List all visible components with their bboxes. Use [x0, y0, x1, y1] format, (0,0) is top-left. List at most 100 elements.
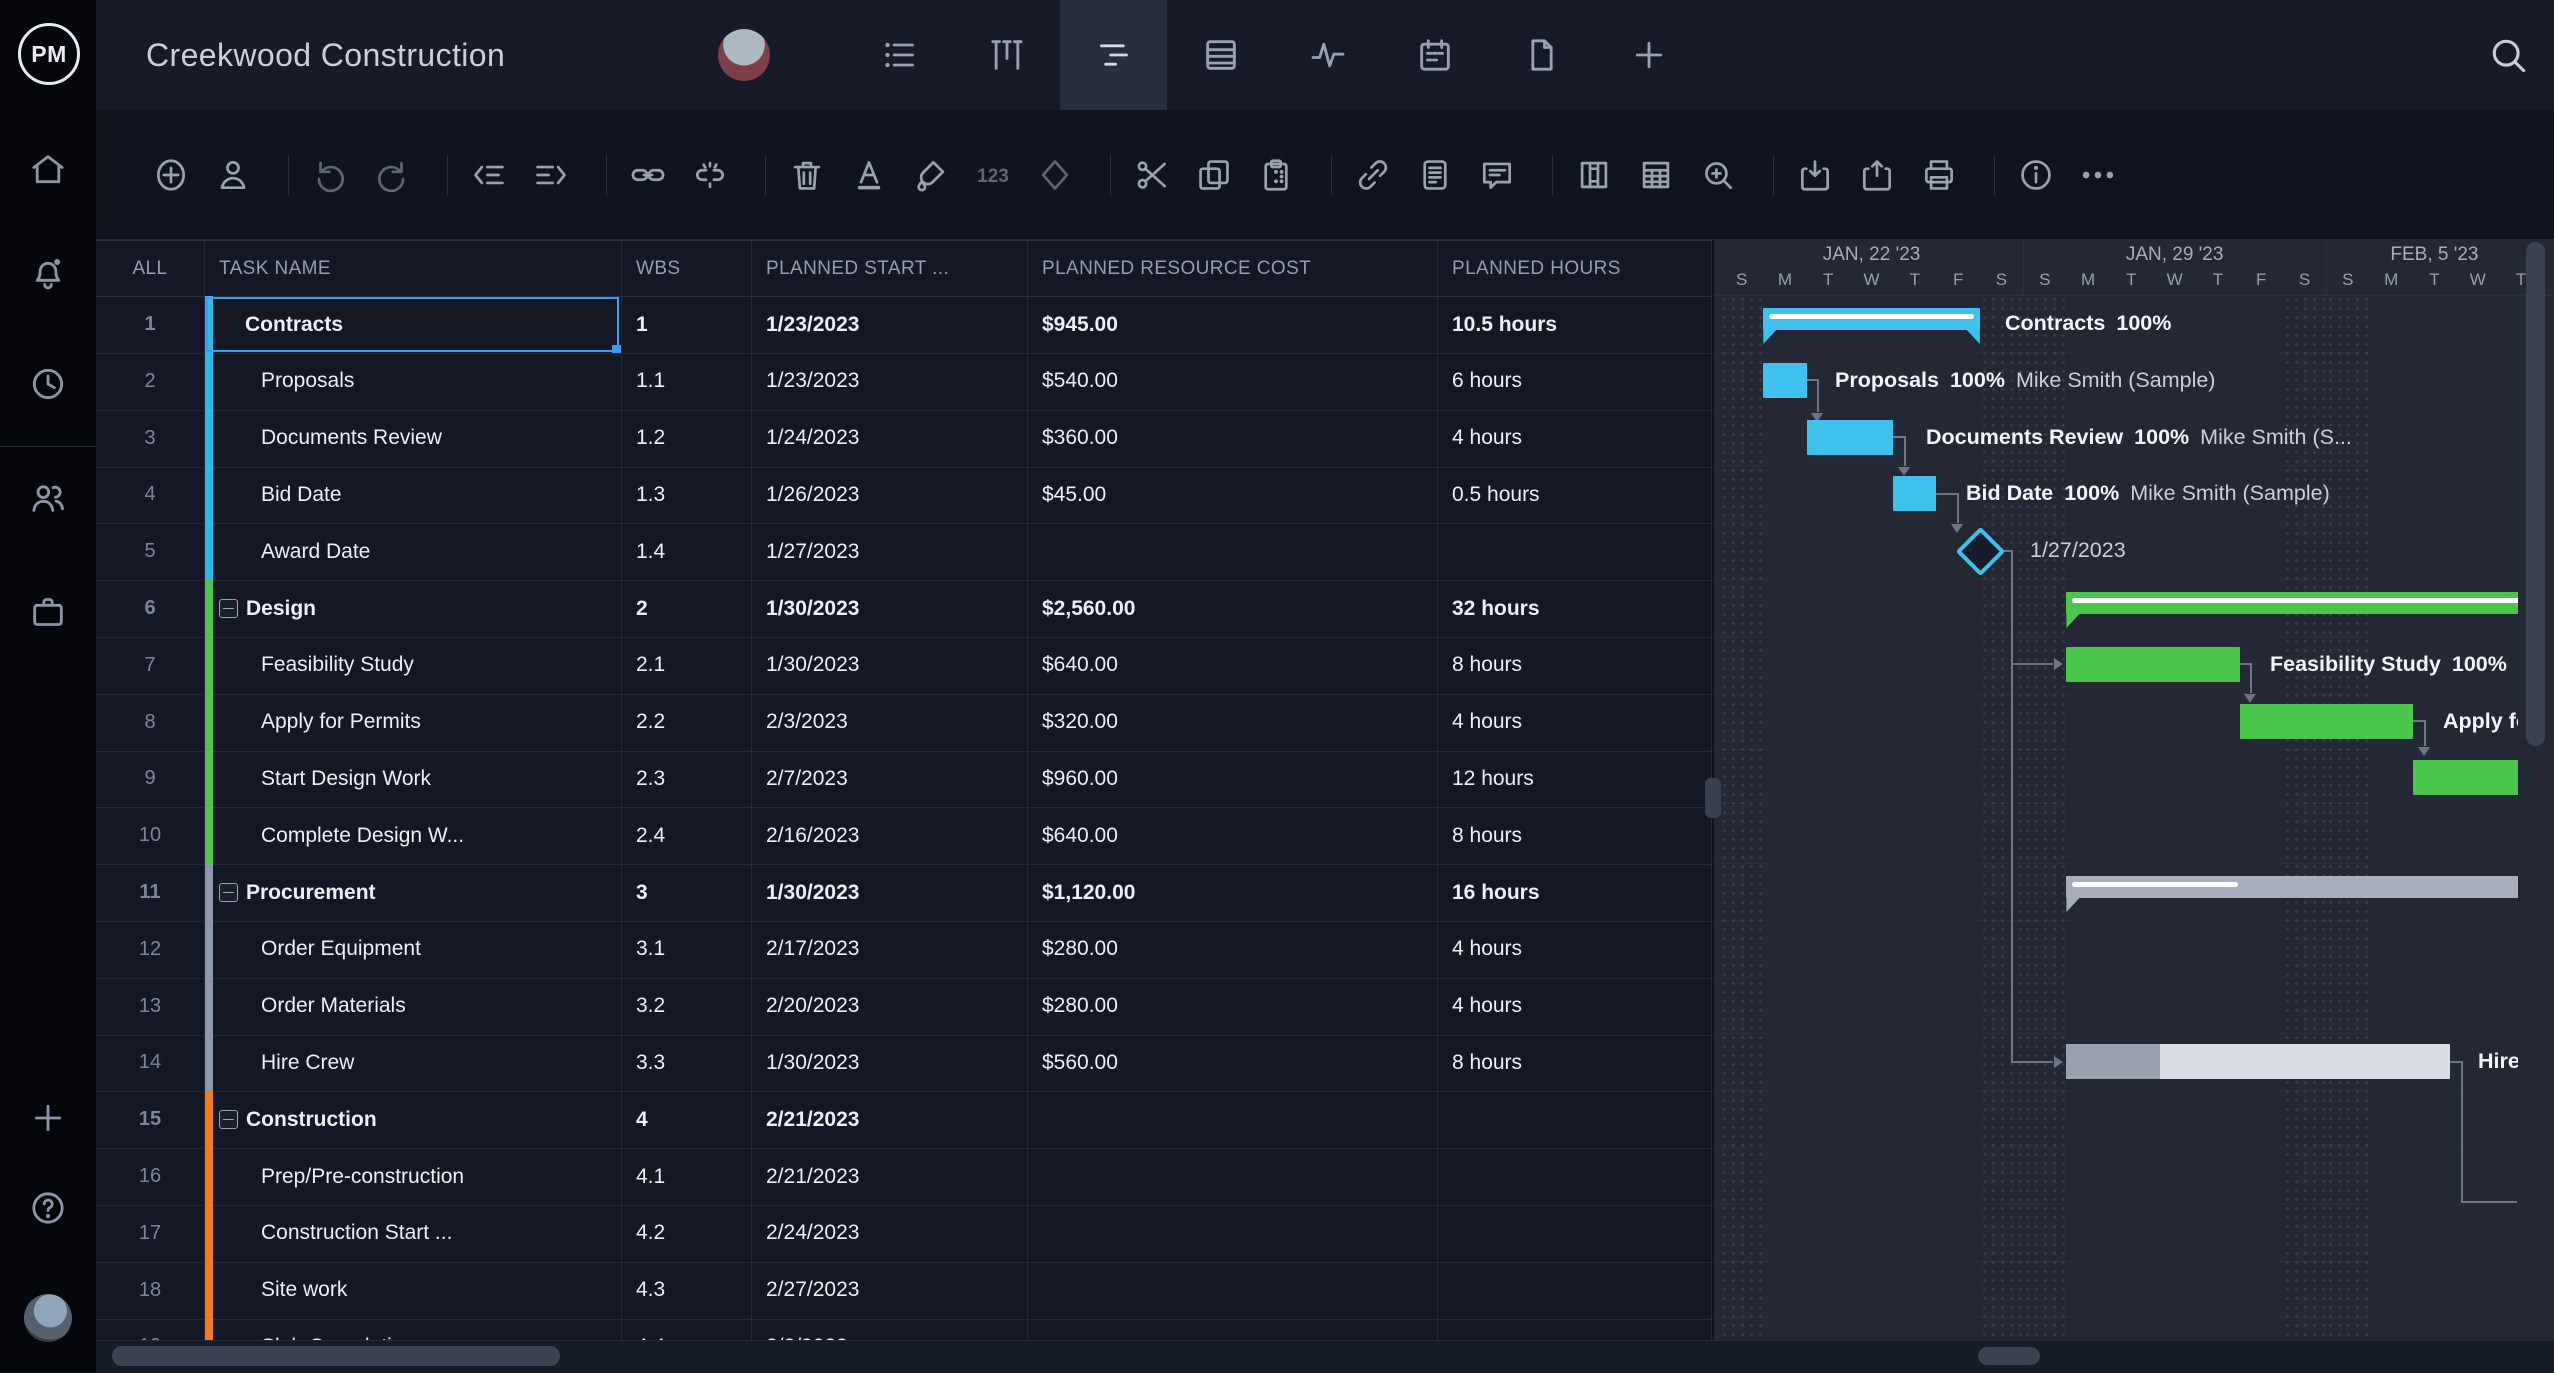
cell-planned-cost[interactable]: $280.00 — [1028, 977, 1438, 1035]
cell-planned-start[interactable]: 2/20/2023 — [752, 977, 1028, 1035]
collapse-toggle[interactable] — [219, 883, 238, 902]
row-number[interactable]: 18 — [96, 1261, 205, 1319]
clock-icon[interactable] — [28, 364, 68, 404]
cell-planned-hours[interactable]: 12 hours — [1438, 750, 1712, 808]
cell-task-name[interactable]: Order Equipment — [205, 920, 622, 978]
cell-planned-hours[interactable]: 8 hours — [1438, 807, 1712, 865]
tab-list[interactable] — [846, 0, 953, 110]
bell-icon[interactable] — [28, 252, 68, 292]
attachment-button[interactable] — [1354, 156, 1392, 194]
cell-planned-start[interactable]: 2/17/2023 — [752, 920, 1028, 978]
tab-board[interactable] — [953, 0, 1060, 110]
export-button[interactable] — [1858, 156, 1896, 194]
cell-planned-cost[interactable]: $945.00 — [1028, 296, 1438, 353]
cell-planned-cost[interactable]: $45.00 — [1028, 466, 1438, 524]
search-icon[interactable] — [2486, 33, 2530, 77]
zoom-button[interactable] — [1699, 156, 1737, 194]
cell-task-name[interactable]: Order Materials — [205, 977, 622, 1035]
task-bar[interactable] — [2412, 760, 2518, 796]
cell-planned-start[interactable]: 1/30/2023 — [752, 864, 1028, 921]
cell-task-name[interactable]: Award Date — [205, 523, 622, 581]
help-icon[interactable] — [28, 1188, 68, 1228]
row-number[interactable]: 5 — [96, 523, 205, 581]
cell-task-name[interactable]: Complete Design W... — [205, 807, 622, 865]
row-number[interactable]: 15 — [96, 1091, 205, 1149]
cell-wbs[interactable]: 2.1 — [622, 636, 752, 694]
cell-planned-start[interactable]: 1/30/2023 — [752, 580, 1028, 637]
assign-resource-button[interactable] — [214, 156, 252, 194]
cell-task-name[interactable]: Prep/Pre-construction — [205, 1148, 622, 1205]
tab-gantt[interactable] — [1060, 0, 1167, 110]
briefcase-icon[interactable] — [28, 592, 68, 632]
cell-planned-cost[interactable]: $640.00 — [1028, 807, 1438, 865]
cell-planned-hours[interactable]: 4 hours — [1438, 693, 1712, 751]
cut-button[interactable] — [1133, 156, 1171, 194]
cell-task-name[interactable]: Site work — [205, 1261, 622, 1319]
tab-calendar[interactable] — [1381, 0, 1488, 110]
cell-wbs[interactable]: 2.4 — [622, 807, 752, 865]
cell-wbs[interactable]: 2 — [622, 580, 752, 637]
cell-planned-hours[interactable] — [1438, 1148, 1712, 1205]
cell-task-name[interactable]: Proposals — [205, 352, 622, 410]
users-icon[interactable] — [28, 478, 68, 518]
cell-task-name[interactable]: Slab Completion — [205, 1318, 622, 1341]
cell-planned-start[interactable]: 1/26/2023 — [752, 466, 1028, 524]
cell-wbs[interactable]: 1.1 — [622, 352, 752, 410]
summary-bar-gray[interactable] — [2066, 876, 2518, 912]
cell-planned-start[interactable]: 2/16/2023 — [752, 807, 1028, 865]
cell-task-name[interactable]: Feasibility Study — [205, 636, 622, 694]
row-number[interactable]: 3 — [96, 409, 205, 467]
grid-settings-button[interactable] — [1637, 156, 1675, 194]
cell-wbs[interactable]: 1.2 — [622, 409, 752, 467]
cell-wbs[interactable]: 1.4 — [622, 523, 752, 581]
paste-button[interactable] — [1257, 156, 1295, 194]
row-number[interactable]: 12 — [96, 920, 205, 978]
print-button[interactable] — [1920, 156, 1958, 194]
project-owner-avatar[interactable] — [718, 29, 770, 81]
cell-planned-hours[interactable] — [1438, 1261, 1712, 1319]
column-header-wbs[interactable]: WBS — [622, 241, 752, 296]
cell-wbs[interactable]: 1.3 — [622, 466, 752, 524]
cell-planned-start[interactable]: 2/21/2023 — [752, 1148, 1028, 1205]
row-number[interactable]: 8 — [96, 693, 205, 751]
gantt-hscrollbar-thumb[interactable] — [1978, 1347, 2040, 1365]
summary-bar-cyan[interactable] — [1763, 308, 1980, 344]
cell-task-name[interactable]: Contracts — [205, 296, 622, 353]
row-number[interactable]: 14 — [96, 1034, 205, 1092]
collapse-toggle[interactable] — [219, 1110, 238, 1130]
row-number[interactable]: 1 — [96, 296, 205, 353]
column-header-planned-hours[interactable]: PLANNED HOURS — [1438, 241, 1712, 296]
summary-bar-green[interactable] — [2066, 592, 2518, 628]
row-number[interactable]: 13 — [96, 977, 205, 1035]
task-bar[interactable] — [2239, 703, 2413, 739]
column-header-planned-resource-cost[interactable]: PLANNED RESOURCE COST — [1028, 241, 1438, 296]
column-header-all[interactable]: ALL — [96, 241, 205, 296]
row-number[interactable]: 10 — [96, 807, 205, 865]
row-number[interactable]: 6 — [96, 580, 205, 637]
copy-button[interactable] — [1195, 156, 1233, 194]
cell-planned-start[interactable]: 1/23/2023 — [752, 296, 1028, 353]
cell-planned-cost[interactable] — [1028, 1261, 1438, 1319]
cell-planned-hours[interactable]: 6 hours — [1438, 352, 1712, 410]
cell-planned-hours[interactable]: 0.5 hours — [1438, 466, 1712, 524]
cell-planned-start[interactable]: 3/2/2023 — [752, 1318, 1028, 1341]
cell-planned-cost[interactable]: $1,120.00 — [1028, 864, 1438, 921]
more-options-button[interactable] — [2079, 156, 2117, 194]
cell-task-name[interactable]: Hire Crew — [205, 1034, 622, 1092]
redo-button[interactable] — [373, 156, 411, 194]
task-bar[interactable] — [1893, 476, 1937, 512]
cell-task-name[interactable]: Procurement — [205, 864, 622, 921]
cell-task-name[interactable]: Bid Date — [205, 466, 622, 524]
task-bar[interactable] — [2066, 1044, 2451, 1080]
cell-planned-hours[interactable]: 32 hours — [1438, 580, 1712, 637]
home-icon[interactable] — [28, 150, 68, 190]
cell-task-name[interactable]: Start Design Work — [205, 750, 622, 808]
notes-button[interactable] — [1416, 156, 1454, 194]
cell-task-name[interactable]: Apply for Permits — [205, 693, 622, 751]
comment-button[interactable] — [1478, 156, 1516, 194]
indent-task-button[interactable] — [532, 156, 570, 194]
cell-planned-cost[interactable] — [1028, 1091, 1438, 1149]
cell-wbs[interactable]: 1 — [622, 296, 752, 353]
cell-planned-cost[interactable]: $280.00 — [1028, 920, 1438, 978]
cell-planned-start[interactable]: 2/7/2023 — [752, 750, 1028, 808]
